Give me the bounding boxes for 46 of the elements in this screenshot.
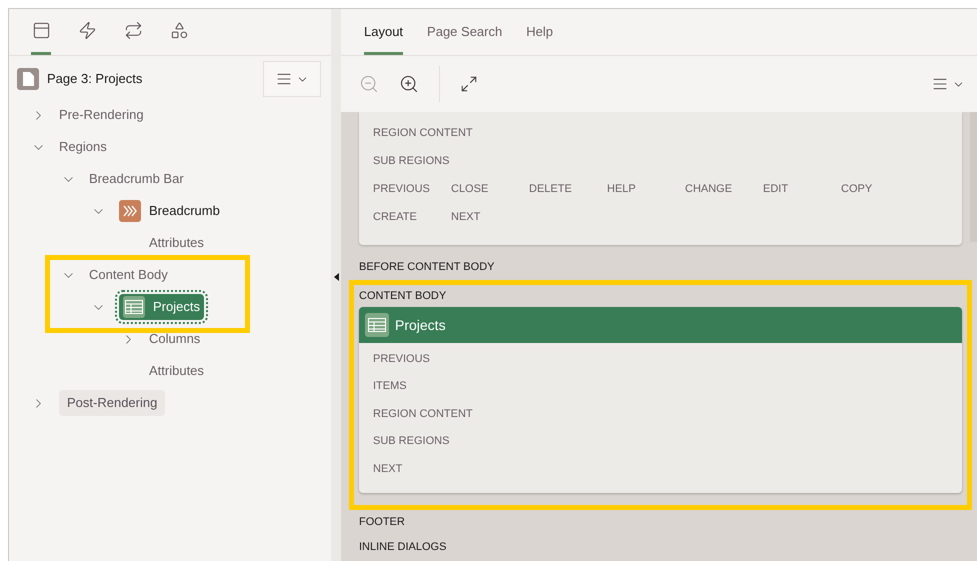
position-label: PREVIOUS [373, 352, 431, 366]
position-label: SUB REGIONS [373, 154, 450, 169]
tree-item[interactable]: Pre-Rendering [59, 105, 144, 125]
tree-item[interactable]: Attributes [149, 233, 204, 253]
section-label: BEFORE CONTENT BODY [359, 260, 496, 276]
breadcrumb-icon [119, 200, 141, 222]
menu-icon [276, 71, 292, 87]
menu-icon [932, 76, 948, 92]
table-icon [368, 318, 386, 332]
button-position-label: HELP [607, 182, 637, 197]
tree-item[interactable]: Breadcrumb Bar [89, 169, 184, 189]
tree-item[interactable]: Regions [59, 137, 107, 157]
menu-button[interactable] [932, 76, 965, 92]
button-position-label: CLOSE [451, 182, 490, 197]
position-label: REGION CONTENT [373, 406, 474, 422]
button-position-label: DELETE [529, 182, 573, 197]
tree-item[interactable]: Content Body [89, 265, 168, 285]
button-position-label: PREVIOUS [373, 182, 431, 197]
section-label: CONTENT BODY [359, 288, 448, 304]
tab[interactable]: Page Search [427, 9, 502, 55]
tree-item[interactable]: Columns [149, 329, 200, 349]
expand-icon[interactable] [460, 75, 478, 93]
table-icon [125, 300, 143, 314]
position-label: ITEMS [373, 379, 408, 394]
position-label: REGION CONTENT [373, 126, 474, 141]
button-position-label: EDIT [763, 182, 790, 197]
tree-item[interactable]: Projects [119, 294, 204, 320]
tree-item[interactable]: Post-Rendering [59, 390, 166, 416]
page-title: Page 3: Projects [47, 70, 142, 88]
zoom-in-icon[interactable] [399, 74, 419, 94]
section-label: FOOTER [359, 514, 406, 530]
tree-item[interactable]: Breadcrumb [119, 200, 220, 222]
button-position-label: COPY [841, 182, 874, 197]
button-position-label: CREATE [373, 210, 418, 225]
tree-item[interactable]: Attributes [149, 361, 204, 381]
region-title: Projects [395, 316, 446, 335]
button-position-label: NEXT [451, 210, 482, 225]
zoom-out-icon[interactable] [359, 74, 379, 94]
position-label: SUB REGIONS [373, 434, 450, 449]
section-label: INLINE DIALOGS [359, 540, 448, 555]
page-icon [17, 68, 39, 90]
tab[interactable]: Help [526, 9, 553, 55]
position-label: NEXT [373, 462, 404, 476]
collapse-arrow-icon[interactable] [334, 273, 338, 281]
button-position-label: CHANGE [685, 182, 734, 197]
scrollbar[interactable] [970, 112, 977, 242]
